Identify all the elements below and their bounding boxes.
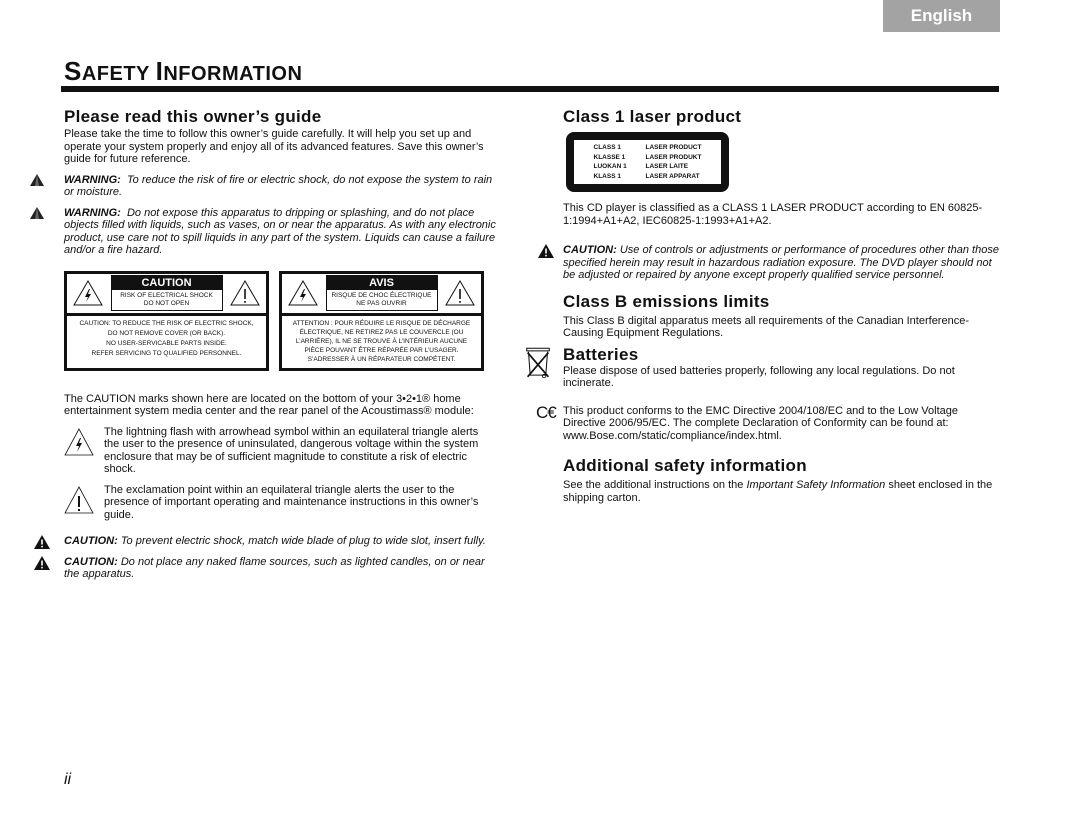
caution-label-title: CAUTION	[111, 276, 222, 290]
caution-text: Do not place any naked flame sources, su…	[64, 555, 485, 581]
read-guide-body: Please take the time to follow this owne…	[64, 128, 484, 165]
caution-label-sub: RISK OF ELECTRICAL SHOCK	[120, 292, 213, 299]
caution-icon	[538, 244, 554, 258]
additional-heading: Additional safety information	[563, 456, 807, 475]
warning-text: To reduce the risk of fire or electric s…	[64, 173, 493, 199]
caution-label-line: NO USER-SERVICABLE PARTS INSIDE.	[106, 339, 227, 347]
laser-heading: Class 1 laser product	[563, 107, 742, 126]
warning-icon	[30, 173, 44, 186]
caution-marks-text: The CAUTION marks shown here are located…	[64, 392, 474, 418]
avis-label-line: S’ADRESSER À UN RÉPARATEUR COMPÉTENT.	[307, 355, 456, 363]
warning-icon	[30, 206, 44, 219]
avis-label-sub: NE PAS OUVRIR	[356, 300, 407, 307]
emissions-heading: Class B emissions limits	[563, 291, 770, 311]
title-rest-1: AFETY	[81, 63, 156, 85]
caution-label: CAUTION:	[64, 555, 118, 568]
symbol-text: The lightning flash with arrowhead symbo…	[104, 425, 479, 476]
read-guide-heading: Please read this owner’s guide	[64, 107, 322, 126]
caution-2: CAUTION: Do not place any naked flame so…	[34, 555, 496, 581]
caution-label-line: REFER SERVICING TO QUALIFIED PERSONNEL.	[91, 349, 242, 357]
right-column: Class 1 laser product CLASS 1 LASER PRODU…	[526, 107, 999, 504]
page-title: SAFETY INFORMATION	[64, 56, 302, 87]
laser-product: LASER PRODUCT	[645, 144, 702, 151]
laser-class: KLASSE 1	[593, 153, 626, 161]
page-number: ii	[64, 771, 72, 788]
lightning-triangle-icon	[73, 280, 103, 306]
warning-label: WARNING:	[64, 206, 121, 219]
exclamation-triangle-icon	[445, 280, 475, 306]
caution-label-line: CAUTION: TO REDUCE THE RISK OF ELECTRIC …	[79, 319, 254, 327]
caution-label-line: DO NOT REMOVE COVER (OR BACK).	[107, 329, 226, 337]
avis-label-line: PIÈCE POUVANT ÊTRE RÉPARÉE PAR L’USAGER.	[304, 346, 459, 354]
caution-labels: CAUTION RISK OF ELECTRICAL SHOCK DO NOT O…	[64, 270, 496, 371]
ce-mark-icon: C€	[536, 402, 557, 422]
crossed-bin-icon	[526, 347, 550, 378]
avis-label-line: L’ARRIÈRE), IL NE SE TROUVE À L’INTÉRIEU…	[295, 337, 468, 345]
batteries-body: Please dispose of used batteries properl…	[563, 364, 955, 390]
left-column: Please read this owner’s guide Please ta…	[30, 107, 496, 581]
caution-label: CAUTION:	[64, 535, 118, 547]
exclamation-triangle-icon	[230, 280, 260, 306]
batteries-heading: Batteries	[563, 344, 639, 364]
symbol-exclamation: The exclamation point within an equilate…	[64, 484, 496, 522]
caution-label: CAUTION:	[563, 244, 617, 256]
symbol-text: The exclamation point within an equilate…	[104, 483, 479, 521]
additional-body: See the additional instructions on the I…	[563, 479, 999, 504]
safety-sheet-title: Important Safety Information	[746, 479, 886, 491]
caution-1: CAUTION: To prevent electric shock, matc…	[34, 535, 496, 549]
lightning-triangle-icon	[288, 280, 318, 306]
lightning-triangle-icon	[64, 427, 94, 455]
caution-label-english: CAUTION RISK OF ELECTRICAL SHOCK DO NOT O…	[64, 270, 269, 371]
caution-icon	[34, 555, 50, 570]
language-tab-english[interactable]: English	[883, 0, 1000, 32]
caution-text: To prevent electric shock, match wide bl…	[120, 535, 486, 547]
exclamation-triangle-icon	[64, 485, 94, 513]
warning-2: WARNING: Do not expose this apparatus to…	[30, 206, 496, 257]
caution-text: Use of controls or adjustments or perfor…	[563, 244, 999, 281]
laser-class: KLASS 1	[593, 172, 621, 180]
laser-product: LASER LAITE	[645, 163, 689, 170]
laser-product: LASER APPARAT	[645, 172, 700, 180]
symbol-lightning: The lightning flash with arrowhead symbo…	[64, 426, 496, 476]
avis-label-title: AVIS	[326, 276, 437, 290]
caution-icon	[34, 535, 50, 549]
avis-label-sub: RISQUE DE CHOC ÉLECTRIQUE	[331, 292, 432, 299]
avis-label-line: ÉLECTRIQUE, NE RETIREZ PAS LE COUVERCLE …	[299, 328, 464, 336]
laser-caution: CAUTION: Use of controls or adjustments …	[538, 244, 999, 282]
title-rest-2: NFORMATION	[163, 63, 303, 85]
warning-1: WARNING: To reduce the risk of fire or e…	[30, 173, 496, 199]
ce-body: This product conforms to the EMC Directi…	[563, 404, 958, 442]
avis-label-line: ATTENTION : POUR RÉDUIRE LE RISQUE DE DÉ…	[292, 319, 471, 327]
warning-label: WARNING:	[64, 173, 121, 186]
ce-section: C€ This product conforms to the EMC Dire…	[536, 403, 999, 443]
laser-body: This CD player is classified as a CLASS …	[563, 202, 983, 227]
laser-class: LUOKAN 1	[593, 163, 627, 170]
title-cap-1: S	[64, 56, 82, 86]
batteries-section: Batteries Please dispose of used batteri…	[526, 344, 999, 390]
caution-label-sub: DO NOT OPEN	[143, 300, 190, 307]
laser-label: CLASS 1 LASER PRODUCT KLASSE 1 LASER PRODU…	[566, 132, 729, 192]
title-rule	[61, 86, 999, 92]
additional-text: See the additional instructions on the	[563, 479, 747, 491]
caution-label-french: AVIS RISQUE DE CHOC ÉLECTRIQUE NE PAS OUV…	[279, 270, 484, 371]
laser-product: LASER PRODUKT	[645, 153, 702, 161]
laser-class: CLASS 1	[593, 144, 621, 151]
warning-text: Do not expose this apparatus to dripping…	[64, 206, 496, 257]
emissions-body: This Class B digital apparatus meets all…	[563, 314, 969, 340]
